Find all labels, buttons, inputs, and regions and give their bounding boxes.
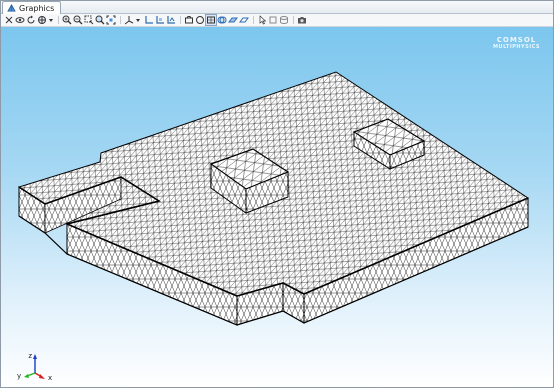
zoom-selected-icon[interactable] (95, 15, 105, 25)
xy-plane-icon[interactable] (144, 15, 154, 25)
eye-icon[interactable] (15, 15, 25, 25)
zoom-box-icon[interactable] (84, 15, 94, 25)
y-axis-arrow-icon (24, 374, 29, 378)
yz-plane-icon[interactable] (155, 15, 165, 25)
clear-selection-icon[interactable] (279, 15, 289, 25)
select-points-icon[interactable] (257, 15, 267, 25)
toolbar-separator (58, 16, 59, 24)
select-boundaries-icon[interactable] (228, 15, 238, 25)
snapshot-icon[interactable] (297, 15, 307, 25)
mesh-geometry (17, 71, 530, 326)
select-edges-icon[interactable] (239, 15, 249, 25)
tab-bar: Graphics (1, 1, 553, 14)
zoom-out-icon[interactable] (73, 15, 83, 25)
pan-icon[interactable] (37, 15, 47, 25)
coordinate-axes-triad: z x y (17, 352, 52, 381)
zoom-in-icon[interactable] (62, 15, 72, 25)
scene-light-icon[interactable] (195, 15, 205, 25)
x-axis-arrow-icon (39, 374, 45, 379)
dropdown-arrow-icon[interactable] (48, 15, 54, 25)
zoom-extents-icon[interactable] (106, 15, 116, 25)
toolbar-separator (253, 16, 254, 24)
y-axis-label: y (17, 372, 21, 380)
graphics-window: Graphics COMSOL MULTIPHYSICS z x y (0, 0, 554, 388)
zx-plane-icon[interactable] (166, 15, 176, 25)
graphics-toolbar (1, 14, 553, 27)
transparency-icon[interactable] (217, 15, 227, 25)
wireframe-icon[interactable] (205, 14, 217, 26)
tab-label: Graphics (19, 3, 55, 13)
select-domains-icon[interactable] (268, 15, 278, 25)
z-axis-arrow-icon (33, 354, 37, 359)
graphics-canvas[interactable]: COMSOL MULTIPHYSICS z x y (1, 27, 553, 387)
toolbar-separator (120, 16, 121, 24)
toolbar-separator (180, 16, 181, 24)
go-to-default-view-icon[interactable] (184, 15, 194, 25)
toolbar-separator (293, 16, 294, 24)
z-axis-label: z (28, 352, 32, 360)
graphics-tab-icon (7, 3, 16, 12)
axis-view-icon[interactable] (124, 15, 134, 25)
tab-graphics[interactable]: Graphics (2, 1, 62, 14)
select-icon[interactable] (4, 15, 14, 25)
rotate-icon[interactable] (26, 15, 36, 25)
x-axis-label: x (48, 374, 52, 381)
dropdown-arrow-icon[interactable] (135, 15, 141, 25)
